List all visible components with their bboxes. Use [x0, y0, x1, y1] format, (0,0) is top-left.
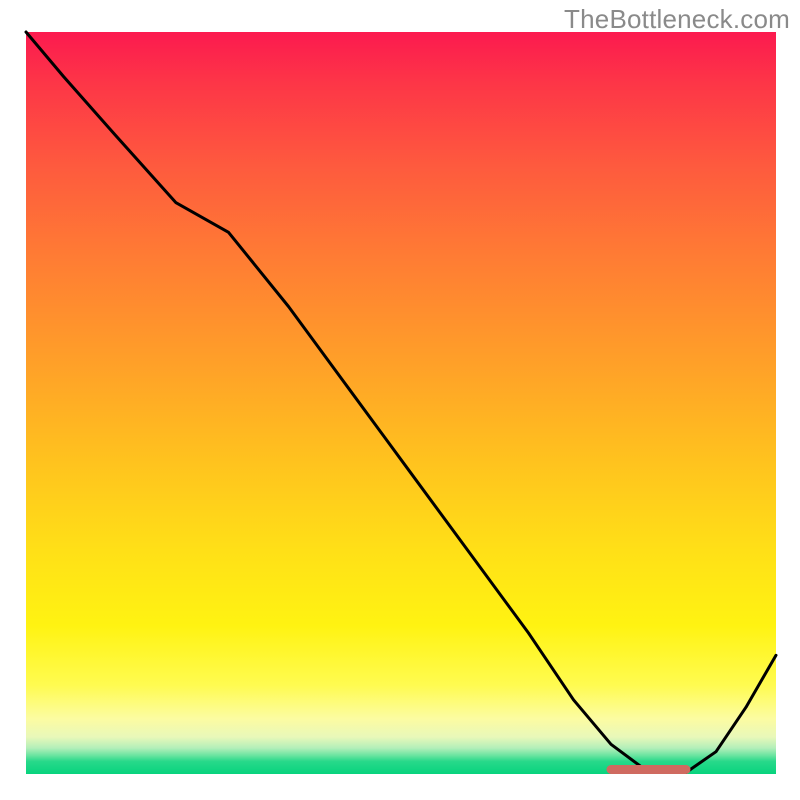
chart-container: TheBottleneck.com	[0, 0, 800, 800]
chart-svg	[26, 32, 776, 774]
plot-area	[26, 32, 776, 774]
attribution-label: TheBottleneck.com	[564, 4, 790, 35]
bottleneck-curve	[26, 32, 776, 773]
